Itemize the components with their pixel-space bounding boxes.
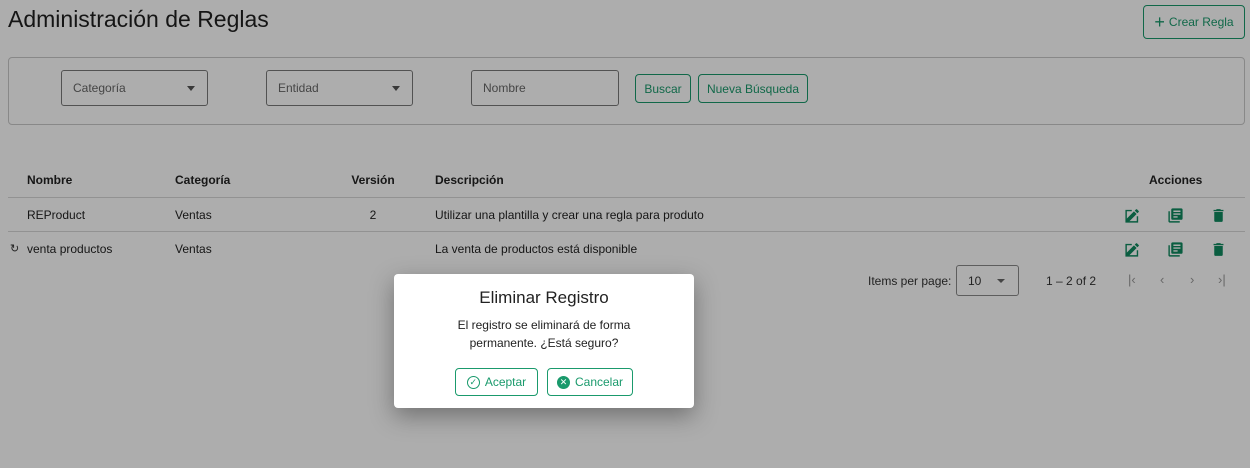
cancel-label: Cancelar [574,375,624,389]
accept-label: Aceptar [484,375,527,389]
cancel-circle-icon: ✕ [556,375,570,389]
check-circle-icon: ✓ [466,375,480,389]
delete-confirm-dialog: Eliminar Registro El registro se elimina… [394,274,694,408]
cancel-button[interactable]: ✕ Cancelar [547,368,633,396]
dialog-message: El registro se eliminará de forma perman… [457,318,631,350]
dialog-title: Eliminar Registro [479,288,609,307]
accept-button[interactable]: ✓ Aceptar [455,368,538,396]
